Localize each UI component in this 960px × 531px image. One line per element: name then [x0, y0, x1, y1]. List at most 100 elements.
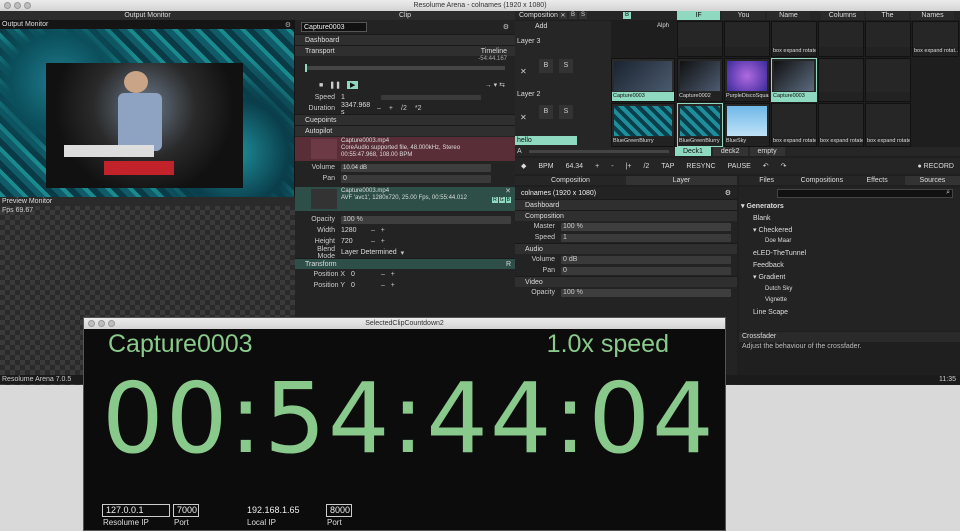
clip-slot[interactable]: Capture0002	[677, 58, 723, 102]
resync-button[interactable]: RESYNC	[686, 163, 715, 170]
comp-volume-slider[interactable]: 0 dB	[561, 255, 731, 264]
alpha-label[interactable]: Alph	[657, 21, 669, 32]
crossfader-slider[interactable]	[529, 150, 669, 153]
layer-bypass-button[interactable]: B	[539, 105, 553, 119]
source-tree-item[interactable]: Line Scape	[741, 307, 951, 319]
deck-tab-2[interactable]: deck2	[712, 147, 748, 156]
play-button[interactable]: ▶	[346, 81, 359, 89]
layer-2-name[interactable]: Layer 2	[517, 91, 540, 98]
stop-icon[interactable]: ■	[319, 82, 323, 89]
comp-dashboard-section[interactable]: Dashboard	[515, 199, 737, 210]
width-minus-button[interactable]: – +	[371, 227, 385, 234]
dashboard-section[interactable]: Dashboard	[295, 34, 515, 45]
layer-bypass-button[interactable]: B	[539, 59, 553, 73]
timeline-dropdown[interactable]: Timeline	[481, 46, 507, 56]
close-icon[interactable]: ✕	[505, 187, 511, 195]
clip-slot[interactable]: box expand rotate 2	[771, 103, 817, 147]
clip-slot[interactable]: box expand rotate	[818, 103, 864, 147]
clip-slot-selected[interactable]: Capture0003	[771, 58, 817, 102]
source-tree-item[interactable]: Doe Maar	[741, 236, 951, 248]
column-header-1[interactable]: IF	[677, 11, 720, 20]
column-header-3[interactable]: Name	[767, 11, 810, 20]
tab-compositions[interactable]: Compositions	[794, 176, 849, 185]
source-tree-item[interactable]: ▾ Generators	[741, 201, 951, 213]
resolume-ip-field[interactable]: 127.0.0.1	[102, 504, 170, 517]
pause-icon[interactable]: ❚❚	[329, 81, 341, 89]
duration-minus-button[interactable]: –	[377, 105, 381, 112]
layer-1-name[interactable]: hello	[515, 136, 577, 145]
transport-section[interactable]: Transport Timeline	[295, 45, 515, 56]
search-icon[interactable]: ⌕	[946, 189, 950, 197]
minimize-window-button[interactable]	[14, 2, 21, 9]
close-icon[interactable]: ✕	[559, 12, 567, 19]
duration-double-button[interactable]: *2	[415, 105, 422, 112]
duration-plus-button[interactable]: +	[389, 105, 393, 112]
gear-icon[interactable]: ⚙	[285, 21, 291, 29]
gear-icon[interactable]: ⚙	[725, 189, 731, 197]
source-tree-item[interactable]: ▾ Gradient	[741, 272, 951, 284]
metronome-icon[interactable]: ◆	[521, 162, 526, 170]
opacity-slider[interactable]: 100 %	[341, 215, 511, 224]
tab-effects[interactable]: Effects	[850, 176, 905, 185]
master-slider[interactable]: 100 %	[561, 222, 731, 231]
cuepoints-section[interactable]: Cuepoints	[295, 114, 515, 125]
timeline-scrubber[interactable]	[305, 64, 505, 72]
red-channel-toggle[interactable]: R	[492, 197, 498, 203]
clip-slot[interactable]: PurpleDiscoSquar...	[724, 58, 770, 102]
column-header-6[interactable]: Names	[911, 11, 954, 20]
reset-icon[interactable]: R	[506, 259, 511, 269]
layer-3-name[interactable]: Layer 3	[517, 38, 540, 45]
close-window-button[interactable]	[4, 2, 11, 9]
width-value[interactable]: 1280	[341, 227, 371, 234]
clip-slot[interactable]	[818, 58, 864, 102]
add-clip-button[interactable]: Add	[535, 23, 547, 30]
nudge-button[interactable]: |+	[626, 163, 632, 170]
tab-sources[interactable]: Sources	[904, 176, 960, 185]
direction-icon[interactable]: → ▾ ⇆	[485, 81, 505, 89]
clip-slot[interactable]: box expand rotat...	[912, 21, 959, 57]
volume-slider[interactable]: 10.04 dB	[341, 163, 491, 172]
comp-opacity-slider[interactable]: 100 %	[561, 288, 731, 297]
tab-files[interactable]: Files	[739, 176, 794, 185]
clip-slot[interactable]	[724, 21, 770, 57]
layer-solo-button[interactable]: S	[559, 105, 573, 119]
tab-composition[interactable]: Composition	[515, 176, 626, 185]
height-value[interactable]: 720	[341, 238, 371, 245]
composition-header[interactable]: Composition	[519, 11, 558, 20]
source-tree-item[interactable]: Dutch Sky	[741, 284, 951, 296]
zoom-window-button[interactable]	[108, 320, 115, 327]
minimize-window-button[interactable]	[98, 320, 105, 327]
position-y-value[interactable]: 0	[351, 282, 381, 289]
speed-slider[interactable]	[381, 95, 481, 100]
clip-slot[interactable]	[865, 58, 911, 102]
bypass-button[interactable]: B	[569, 12, 577, 19]
blend-mode-dropdown[interactable]: Layer Determined	[341, 249, 397, 256]
clip-slot[interactable]	[818, 21, 864, 57]
column-header-4[interactable]: Columns	[821, 11, 864, 20]
layer-solo-button[interactable]: S	[559, 59, 573, 73]
source-tree-item[interactable]: Vignette	[741, 295, 951, 307]
position-x-value[interactable]: 0	[351, 271, 381, 278]
close-window-button[interactable]	[88, 320, 95, 327]
record-button[interactable]: ● RECORD	[917, 163, 954, 170]
close-icon[interactable]: ✕	[520, 67, 527, 76]
clip-slot[interactable]: box expand rotate_1	[771, 21, 817, 57]
port-field-1[interactable]: 7000	[173, 504, 199, 517]
duration-value[interactable]: 3347.968 s	[341, 102, 371, 116]
column-header-5[interactable]: The	[866, 11, 909, 20]
speed-value[interactable]: 1	[341, 94, 381, 101]
green-channel-toggle[interactable]: G	[498, 197, 505, 203]
tap-button[interactable]: TAP	[661, 163, 674, 170]
solo-button[interactable]: S	[579, 12, 587, 19]
redo-icon[interactable]: ↷	[781, 162, 787, 170]
duration-half-button[interactable]: /2	[401, 105, 407, 112]
clip-slot[interactable]: box expand rotate 3	[865, 103, 911, 147]
port-field-2[interactable]: 8000	[326, 504, 352, 517]
blue-channel-toggle[interactable]: B	[505, 197, 511, 203]
comp-video-section[interactable]: Video	[515, 276, 737, 287]
clip-slot[interactable]: Capture0003	[611, 58, 675, 102]
source-tree-item[interactable]: eLED-TheTunnel	[741, 248, 951, 260]
sources-search-input[interactable]: ⌕	[777, 189, 953, 198]
source-tree-item[interactable]: Blank	[741, 213, 951, 225]
pan-slider[interactable]: 0	[341, 174, 491, 183]
